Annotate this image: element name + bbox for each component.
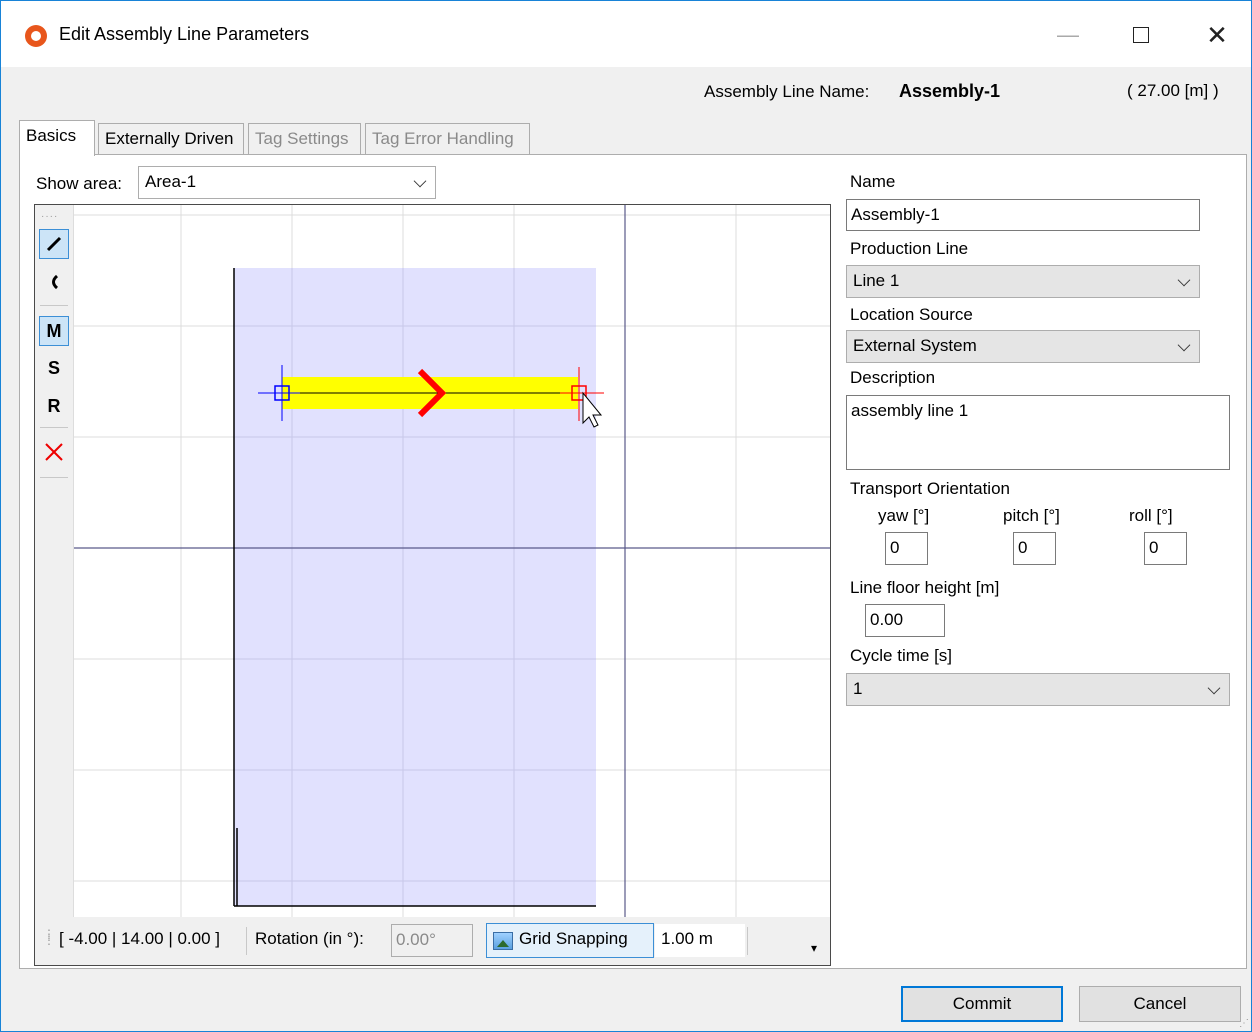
statusbar-separator	[747, 927, 748, 955]
floor-height-label: Line floor height [m]	[850, 578, 1000, 597]
assembly-length: ( 27.00 [m] )	[1127, 81, 1219, 100]
commit-button[interactable]: Commit	[901, 986, 1063, 1022]
delete-x-icon	[45, 443, 63, 461]
title-bar: Edit Assembly Line Parameters — ✕	[1, 1, 1251, 67]
roll-label: roll [°]	[1129, 506, 1173, 525]
cycle-time-select[interactable]: 1	[846, 673, 1230, 706]
pitch-input[interactable]: 0	[1013, 532, 1056, 565]
window-title: Edit Assembly Line Parameters	[59, 24, 310, 44]
name-input[interactable]: Assembly-1	[846, 199, 1200, 231]
delete-tool-button[interactable]	[39, 437, 69, 467]
description-label: Description	[850, 368, 936, 387]
description-textarea[interactable]: assembly line 1	[846, 395, 1230, 470]
chevron-down-icon	[413, 174, 427, 188]
canvas-status-bar: ⋮ ⋮ [ -4.00 | 14.00 | 0.00 ] Rotation (in…	[35, 917, 830, 965]
tool-strip: ···· M S R	[35, 205, 74, 965]
rotation-label: Rotation (in °):	[255, 929, 364, 948]
show-area-select[interactable]: Area-1	[138, 166, 436, 199]
close-icon: ✕	[1206, 19, 1228, 50]
toolstrip-separator	[40, 427, 68, 428]
layout-drawing[interactable]	[74, 205, 830, 917]
area-rectangle	[234, 268, 596, 906]
tab-basics[interactable]: Basics	[19, 120, 95, 156]
line-tool-button[interactable]	[39, 229, 69, 259]
grid-size-input[interactable]: 1.00 m	[655, 924, 745, 957]
chevron-down-icon	[1177, 338, 1191, 352]
toolstrip-separator	[40, 305, 68, 306]
arc-tool-button[interactable]	[39, 267, 69, 297]
name-label: Name	[850, 172, 896, 191]
tab-tag-settings[interactable]: Tag Settings	[248, 123, 361, 155]
cycle-time-value: 1	[853, 679, 863, 698]
yaw-input[interactable]: 0	[885, 532, 928, 565]
cycle-time-label: Cycle time [s]	[850, 646, 953, 665]
cancel-button[interactable]: Cancel	[1079, 986, 1241, 1022]
tab-externally-driven[interactable]: Externally Driven	[98, 123, 244, 155]
production-line-value: Line 1	[853, 271, 900, 290]
location-source-select[interactable]: External System	[846, 330, 1200, 363]
rotation-input[interactable]: 0.00°	[391, 924, 473, 957]
show-area-value: Area-1	[145, 172, 197, 191]
toolstrip-grip: ····	[41, 211, 59, 222]
m-tool-button[interactable]: M	[39, 316, 69, 346]
location-source-value: External System	[853, 336, 977, 355]
line-tool-icon	[46, 236, 62, 252]
chevron-down-icon	[1177, 273, 1191, 287]
yaw-label: yaw [°]	[878, 506, 930, 525]
maximize-icon	[1133, 27, 1149, 43]
transport-orientation-label: Transport Orientation	[850, 479, 1010, 498]
drawing-canvas[interactable]: ···· M S R ⋮ ⋮ [-4.00 | 14.00 | 0.00] …	[34, 204, 831, 966]
show-area-label: Show area:	[36, 174, 122, 193]
basics-panel: Show area: Area-1 ···· M S R ⋮ ⋮ [-4.00…	[19, 154, 1247, 969]
tab-tag-error-handling[interactable]: Tag Error Handling	[365, 123, 530, 155]
statusbar-separator	[246, 927, 247, 955]
chevron-down-icon	[1207, 681, 1221, 695]
production-line-label: Production Line	[850, 239, 969, 258]
production-line-select[interactable]: Line 1	[846, 265, 1200, 298]
location-source-label: Location Source	[850, 305, 973, 324]
dialog-window: Edit Assembly Line Parameters — ✕ Assemb…	[0, 0, 1252, 1032]
grid-snapping-button[interactable]: Grid Snapping	[486, 923, 654, 958]
cursor-coordinates: [ -4.00 | 14.00 | 0.00 ]	[59, 929, 220, 948]
toolstrip-separator	[40, 477, 68, 478]
s-tool-button[interactable]: S	[39, 353, 69, 383]
assembly-name-label: Assembly Line Name:	[704, 82, 870, 101]
app-lifebuoy-icon	[25, 25, 47, 47]
maximize-button[interactable]	[1119, 17, 1163, 53]
minimize-icon: —	[1057, 22, 1079, 47]
close-button[interactable]: ✕	[1195, 17, 1239, 53]
floor-height-input[interactable]: 0.00	[865, 604, 945, 637]
arc-tool-icon	[52, 274, 59, 290]
r-tool-button[interactable]: R	[39, 391, 69, 421]
minimize-button[interactable]: —	[1046, 17, 1090, 53]
pitch-label: pitch [°]	[1003, 506, 1060, 525]
roll-input[interactable]: 0	[1144, 532, 1187, 565]
grid-snapping-label: Grid Snapping	[519, 929, 628, 948]
statusbar-grip: ⋮ ⋮	[43, 927, 55, 947]
assembly-name-value: Assembly-1	[899, 81, 1001, 101]
overflow-dropdown-icon[interactable]: ▾	[811, 941, 817, 955]
image-icon	[493, 932, 513, 950]
resize-grip-icon[interactable]: ⋰	[1239, 1018, 1249, 1029]
